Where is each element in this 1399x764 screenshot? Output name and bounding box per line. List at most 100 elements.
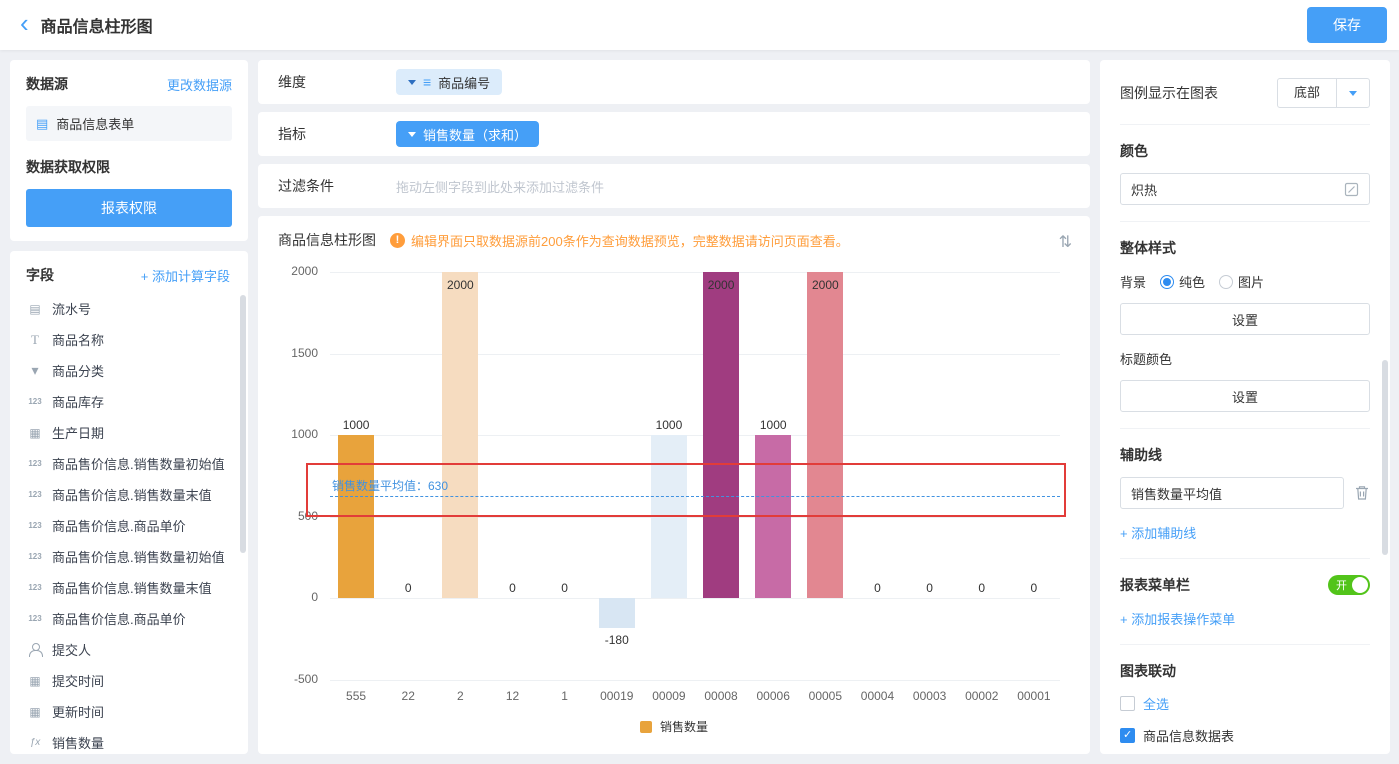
bar-value-label: 0 — [956, 581, 1008, 595]
background-set-button[interactable]: 设置 — [1120, 303, 1370, 335]
user-icon — [26, 642, 44, 658]
color-scheme-value: 炽热 — [1131, 180, 1157, 199]
select-all-checkbox[interactable] — [1120, 696, 1135, 711]
x-tick-label: 1 — [539, 689, 591, 703]
x-tick-label: 00001 — [1008, 689, 1060, 703]
field-label: 提交人 — [52, 640, 91, 659]
select-all-row[interactable]: 全选 — [1120, 694, 1370, 713]
back-icon[interactable]: ‹ — [12, 12, 41, 38]
radio-solid-color[interactable] — [1160, 275, 1174, 289]
x-tick-label: 00003 — [904, 689, 956, 703]
field-item[interactable]: 提交人 — [26, 634, 240, 665]
field-label: 商品售价信息.销售数量初始值 — [52, 454, 225, 473]
dimension-chip[interactable]: ≡ 商品编号 — [396, 69, 502, 95]
linkage-item[interactable]: 商品信息数据表 — [1120, 726, 1370, 745]
add-report-menu-link[interactable]: + 添加报表操作菜单 — [1120, 609, 1235, 628]
report-permission-button[interactable]: 报表权限 — [26, 189, 232, 227]
sort-icon[interactable]: ⇅ — [1059, 232, 1072, 252]
settings-panel: 图例显示在图表 底部 颜色 炽热 整体样式 背景 纯色 — [1100, 60, 1390, 754]
bar[interactable] — [338, 435, 374, 598]
radio-image[interactable] — [1219, 275, 1233, 289]
bar[interactable] — [755, 435, 791, 598]
solid-color-option[interactable]: 纯色 — [1160, 272, 1205, 291]
field-item[interactable]: 流水号 — [26, 293, 240, 324]
bar-value-label: 0 — [1008, 581, 1060, 595]
toggle-on-label: 开 — [1336, 577, 1347, 593]
field-item[interactable]: 商品售价信息.商品单价 — [26, 510, 240, 541]
chart-panel: 商品信息柱形图 ! 编辑界面只取数据源前200条作为查询数据预览，完整数据请访问… — [258, 216, 1090, 754]
field-item[interactable]: 提交时间 — [26, 665, 240, 696]
field-item[interactable]: 商品库存 — [26, 386, 240, 417]
add-auxline-link[interactable]: + 添加辅助线 — [1120, 523, 1196, 542]
date-icon — [26, 425, 44, 441]
x-tick-label: 00002 — [956, 689, 1008, 703]
color-scheme-input[interactable]: 炽热 — [1120, 173, 1370, 205]
linkage-list: 商品信息数据表商品信息透视图 — [1120, 726, 1370, 754]
filter-row[interactable]: 过滤条件 拖动左侧字段到此处来添加过滤条件 — [258, 164, 1090, 208]
metric-chip-label: 销售数量（求和） — [423, 125, 527, 144]
add-calc-field-link[interactable]: + 添加计算字段 — [141, 266, 230, 285]
field-label: 提交时间 — [52, 671, 104, 690]
fields-scrollbar[interactable] — [240, 295, 246, 553]
bar-value-label: 0 — [539, 581, 591, 595]
title-color-set-button[interactable]: 设置 — [1120, 380, 1370, 412]
metric-row: 指标 销售数量（求和） — [258, 112, 1090, 156]
image-option[interactable]: 图片 — [1219, 272, 1264, 291]
select-all-label: 全选 — [1143, 694, 1169, 713]
bar[interactable] — [703, 272, 739, 598]
metric-chip[interactable]: 销售数量（求和） — [396, 121, 539, 147]
settings-scrollbar[interactable] — [1382, 360, 1388, 555]
preview-notice-text: 编辑界面只取数据源前200条作为查询数据预览，完整数据请访问页面查看。 — [411, 231, 849, 250]
num-icon — [26, 394, 44, 410]
bar[interactable] — [807, 272, 843, 598]
chart-title: 商品信息柱形图 — [278, 230, 376, 250]
field-item[interactable]: 商品售价信息.销售数量末值 — [26, 479, 240, 510]
field-item[interactable]: 生产日期 — [26, 417, 240, 448]
field-item[interactable]: 商品售价信息.商品单价 — [26, 603, 240, 634]
divider — [1120, 558, 1370, 559]
report-menu-toggle[interactable]: 开 — [1328, 575, 1370, 595]
field-item[interactable]: 更新时间 — [26, 696, 240, 727]
field-item[interactable]: 商品售价信息.销售数量初始值 — [26, 448, 240, 479]
field-item[interactable]: 商品售价信息.销售数量初始值 — [26, 541, 240, 572]
left-sidebar: 数据源 更改数据源 ▤ 商品信息表单 数据获取权限 报表权限 字段 + 添加计算… — [10, 60, 248, 754]
page-title: 商品信息柱形图 — [41, 13, 153, 37]
preview-notice: ! 编辑界面只取数据源前200条作为查询数据预览，完整数据请访问页面查看。 — [390, 231, 849, 250]
auxline-input[interactable]: 销售数量平均值 — [1120, 477, 1344, 509]
bar[interactable] — [442, 272, 478, 598]
metric-label: 指标 — [278, 124, 396, 144]
warning-icon: ! — [390, 233, 405, 248]
y-tick-label: -500 — [278, 672, 318, 686]
serial-icon — [26, 301, 44, 317]
num-icon — [26, 487, 44, 503]
bar[interactable] — [651, 435, 687, 598]
legend-position-select[interactable]: 底部 — [1277, 78, 1370, 108]
x-tick-label: 2 — [434, 689, 486, 703]
save-button[interactable]: 保存 — [1307, 7, 1387, 43]
chart-area: 2000150010005000-500 10000200000-1801000… — [278, 272, 1070, 680]
chevron-down-icon — [408, 132, 416, 137]
fx-icon — [26, 735, 44, 751]
delete-icon[interactable] — [1354, 484, 1370, 501]
bar[interactable] — [599, 598, 635, 627]
chevron-down-icon[interactable] — [1337, 79, 1369, 107]
field-item[interactable]: 商品售价信息.销售数量末值 — [26, 572, 240, 603]
field-item[interactable]: 商品分类 — [26, 355, 240, 386]
gridline — [330, 680, 1060, 681]
overall-style-title: 整体样式 — [1120, 238, 1370, 258]
datasource-item[interactable]: ▤ 商品信息表单 — [26, 106, 232, 141]
main-area: 数据源 更改数据源 ▤ 商品信息表单 数据获取权限 报表权限 字段 + 添加计算… — [0, 50, 1399, 764]
chart-legend[interactable]: 销售数量 — [278, 718, 1070, 735]
fields-panel: 字段 + 添加计算字段 流水号商品名称商品分类商品库存生产日期商品售价信息.销售… — [10, 251, 248, 754]
field-item[interactable]: 商品名称 — [26, 324, 240, 355]
change-datasource-link[interactable]: 更改数据源 — [167, 75, 232, 94]
edit-icon[interactable] — [1344, 182, 1359, 197]
x-tick-label: 12 — [486, 689, 538, 703]
chevron-down-icon — [408, 80, 416, 85]
field-item[interactable]: 销售数量 — [26, 727, 240, 754]
bar-value-label: 0 — [851, 581, 903, 595]
field-label: 流水号 — [52, 299, 91, 318]
dimension-row: 维度 ≡ 商品编号 — [258, 60, 1090, 104]
checkbox[interactable] — [1120, 728, 1135, 743]
x-tick-label: 00019 — [591, 689, 643, 703]
